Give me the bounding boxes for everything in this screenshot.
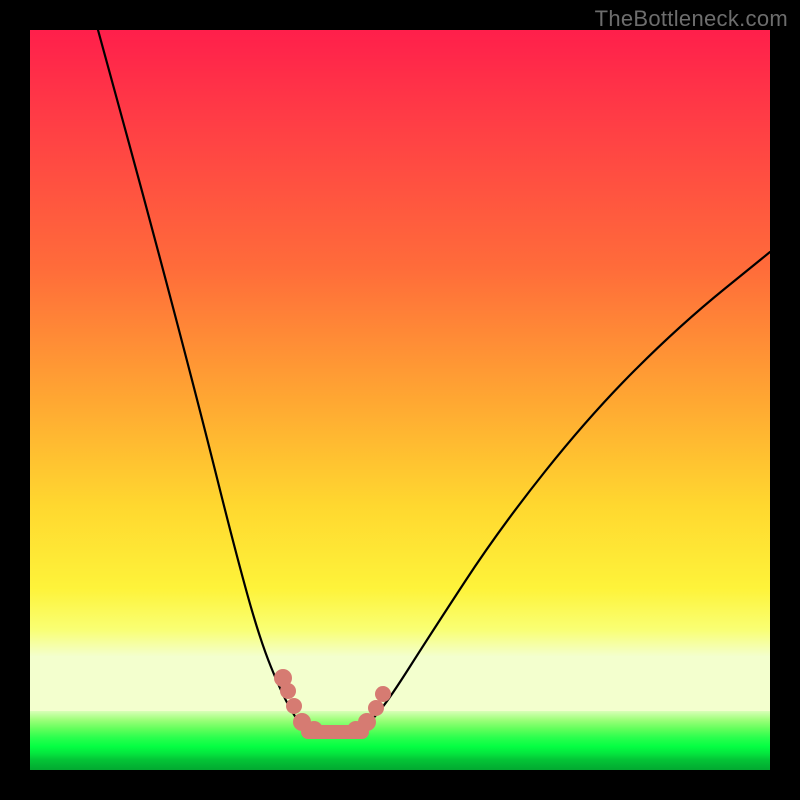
curve-layer	[30, 30, 770, 770]
curve-marker	[286, 698, 302, 714]
plot-area	[30, 30, 770, 770]
right-curve	[362, 252, 770, 730]
curve-marker	[305, 721, 323, 739]
chart-stage: TheBottleneck.com	[0, 0, 800, 800]
curve-marker	[280, 683, 296, 699]
left-markers	[274, 669, 323, 739]
curve-marker	[358, 713, 376, 731]
curve-marker	[375, 686, 391, 702]
watermark-text: TheBottleneck.com	[595, 6, 788, 32]
curve-marker	[368, 700, 384, 716]
left-curve	[98, 30, 308, 730]
right-markers	[347, 686, 391, 739]
